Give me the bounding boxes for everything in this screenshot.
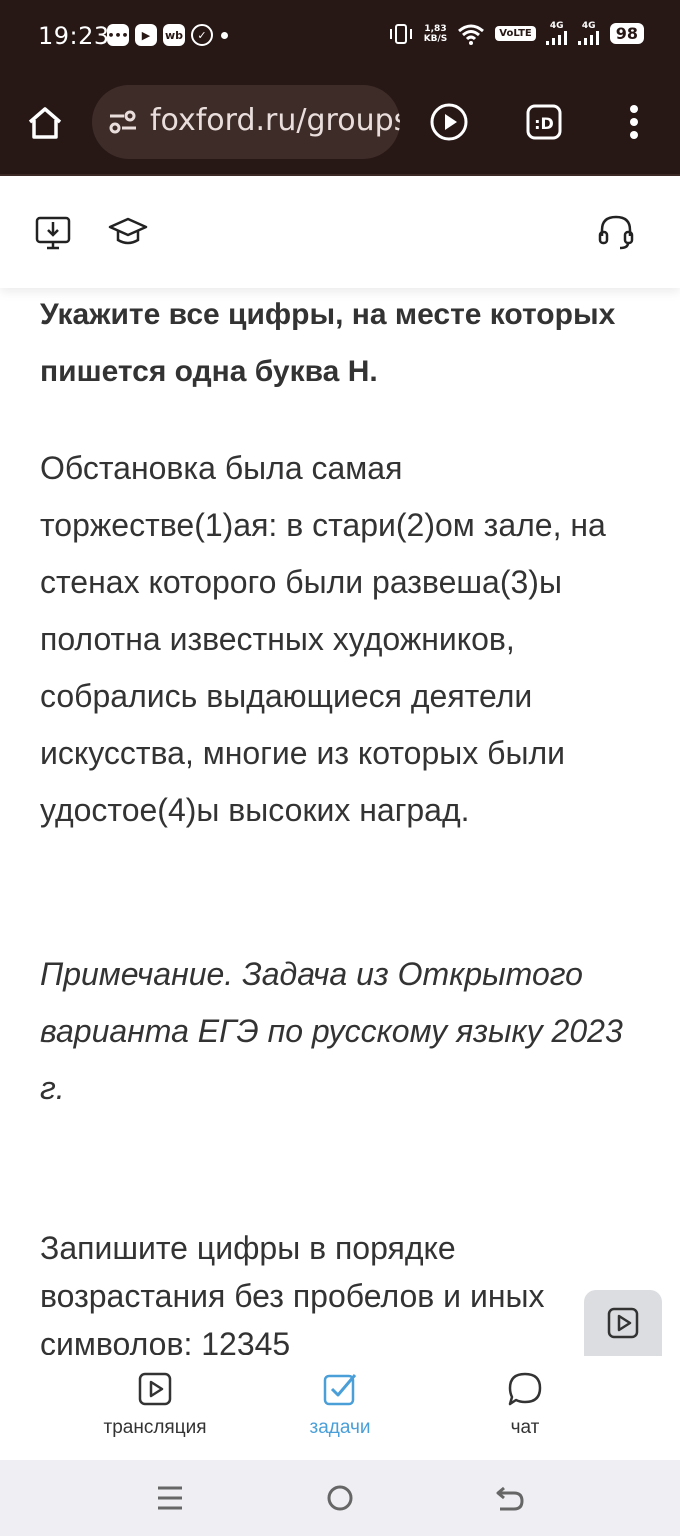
sim1-signal: 4G (545, 21, 568, 45)
sim1-label: 4G (549, 21, 564, 31)
nav-item-broadcast[interactable]: трансляция (75, 1371, 235, 1439)
headset-icon[interactable] (596, 212, 636, 252)
nav-label-active: задачи (309, 1417, 371, 1438)
chat-bubble-icon (508, 1372, 542, 1406)
sim2-label: 4G (581, 21, 596, 31)
task-instruction: Запишите цифры в порядке возрастания без… (40, 1230, 545, 1355)
svg-text::D: :D (534, 114, 554, 133)
status-bar: 19:23 ••• ▶ wb ✓ 1,83 KB/S VoLTE 4G 4G 9… (0, 0, 680, 72)
tab-switcher-button[interactable]: :D (522, 100, 566, 144)
task-text: Обстановка была самая торжестве(1)ая: в … (40, 450, 606, 828)
d-tab-icon: :D (526, 104, 562, 140)
site-settings-icon[interactable] (108, 109, 138, 135)
battery-level: 98 (609, 23, 644, 44)
url-text: foxford.ru/groups (150, 103, 400, 138)
more-notifications-dot (221, 31, 228, 39)
chat-notification-icon: ••• (107, 24, 129, 46)
net-speed: 1,83 KB/S (424, 24, 448, 44)
nav-label: чат (510, 1417, 540, 1438)
wb-icon: wb (163, 24, 185, 46)
nav-item-tasks[interactable]: задачи (260, 1371, 420, 1439)
task-note: Примечание. Задача из Открытого варианта… (40, 956, 623, 1106)
menu-icon[interactable] (152, 1480, 188, 1516)
net-speed-unit: KB/S (423, 33, 448, 44)
more-vert-icon (630, 105, 638, 139)
signal-bars-icon (545, 31, 567, 45)
floating-video-button[interactable] (584, 1290, 662, 1356)
notification-icons: ••• ▶ wb ✓ (107, 24, 228, 46)
vibrate-icon (389, 23, 412, 44)
browser-toolbar: foxford.ru/groups :D (0, 72, 680, 176)
nav-label: трансляция (103, 1417, 207, 1438)
sim2-signal: 4G (577, 21, 600, 45)
play-button[interactable] (427, 100, 471, 144)
nav-item-chat[interactable]: чат (445, 1371, 605, 1439)
video-play-icon (138, 1372, 172, 1406)
download-monitor-icon[interactable] (33, 212, 73, 252)
app-header (0, 176, 680, 288)
signal-bars-icon (577, 31, 599, 45)
status-time: 19:23 (38, 22, 110, 50)
play-icon (430, 103, 468, 141)
checkbox-icon (323, 1374, 357, 1406)
home-icon[interactable] (26, 104, 64, 142)
volte-badge: VoLTE (495, 26, 536, 41)
video-play-icon (607, 1307, 639, 1339)
youtube-icon: ▶ (135, 24, 157, 46)
home-circle-icon[interactable] (322, 1480, 358, 1516)
task-content[interactable]: Укажите все цифры, на месте которых пише… (0, 288, 680, 1355)
back-icon[interactable] (492, 1480, 528, 1516)
net-speed-value: 1,83 (424, 23, 447, 34)
bottom-nav: трансляция задачи чат (0, 1355, 680, 1460)
system-nav-bar (0, 1460, 680, 1536)
address-bar[interactable]: foxford.ru/groups (92, 85, 400, 159)
check-circle-icon: ✓ (191, 24, 213, 46)
browser-menu-button[interactable] (612, 100, 656, 144)
wifi-icon (458, 24, 485, 45)
task-title: Укажите все цифры, на месте которых пише… (40, 298, 616, 388)
graduation-cap-icon[interactable] (108, 212, 148, 252)
status-right: 1,83 KB/S VoLTE 4G 4G 98 (388, 22, 644, 45)
